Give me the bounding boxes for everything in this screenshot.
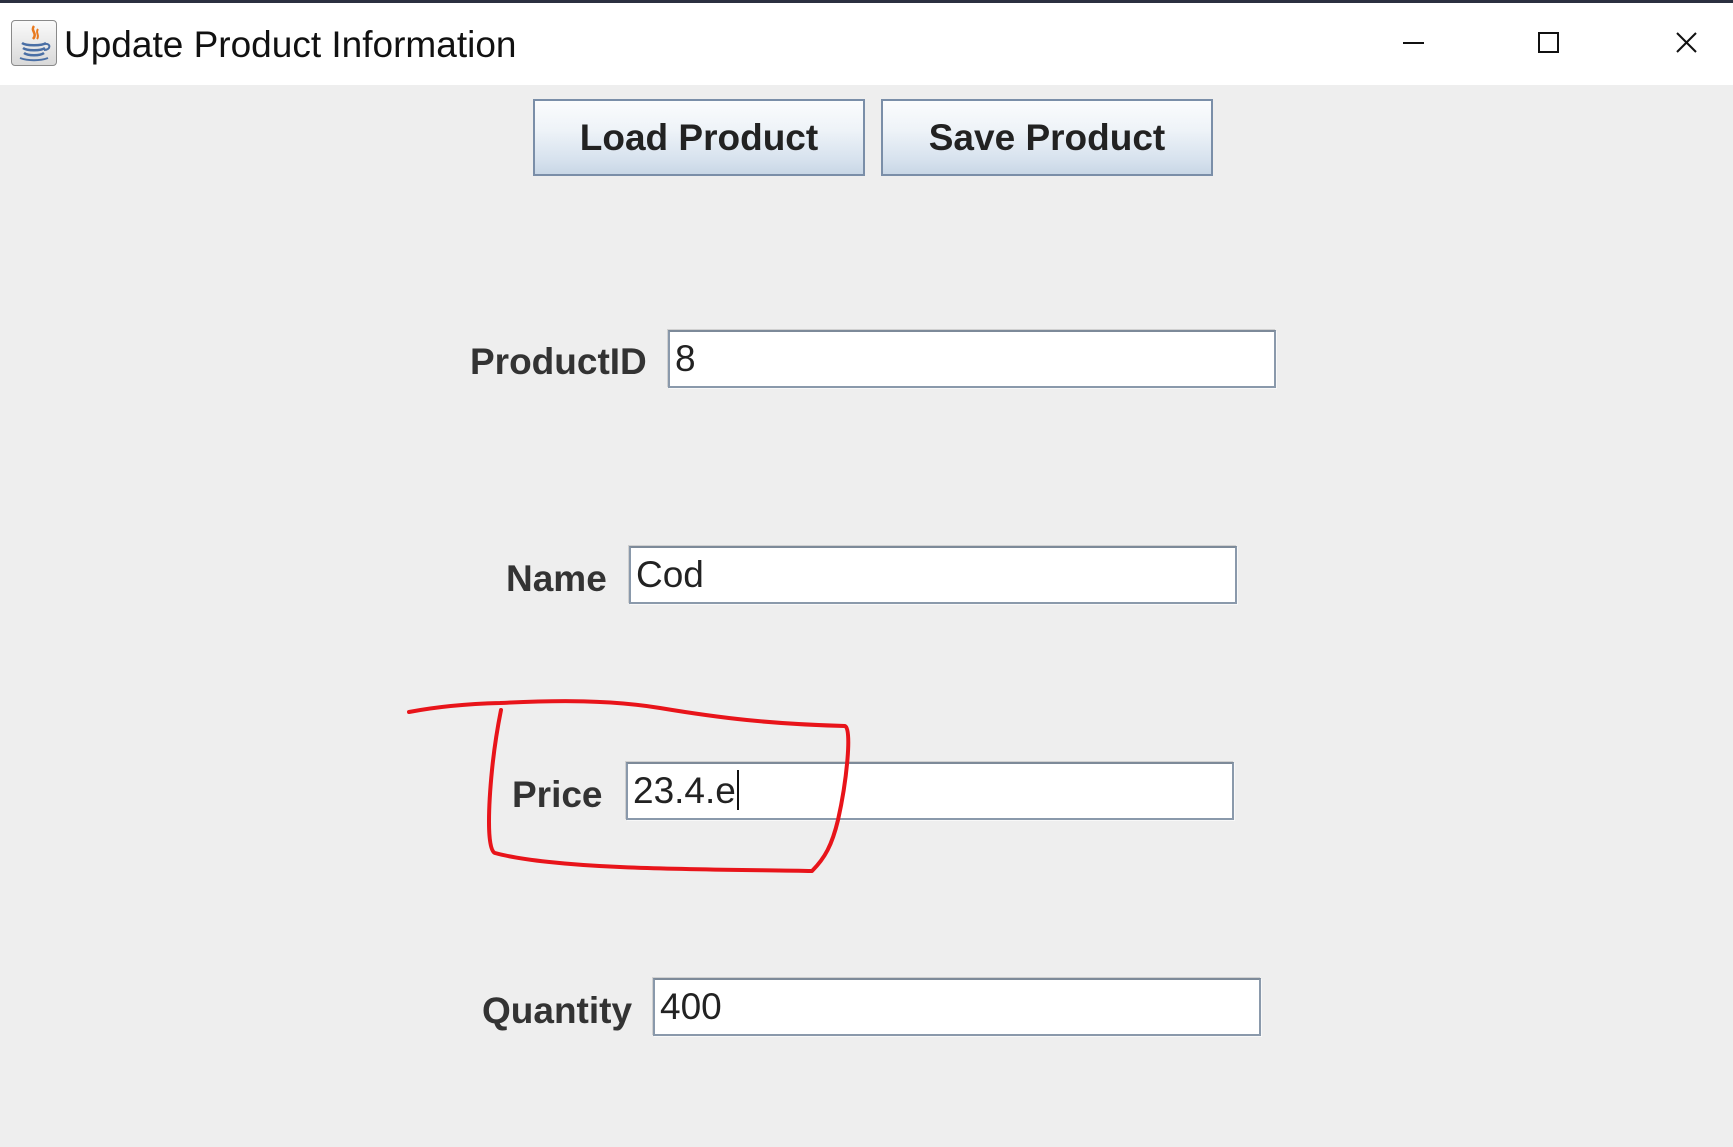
price-field[interactable]: 23.4.e: [626, 762, 1234, 820]
product-id-field[interactable]: 8: [668, 330, 1276, 388]
quantity-field[interactable]: 400: [653, 978, 1261, 1036]
java-coffee-cup-icon: [11, 20, 57, 66]
maximize-icon: [1538, 32, 1559, 53]
name-field[interactable]: Cod: [629, 546, 1237, 604]
close-button[interactable]: [1656, 19, 1716, 67]
name-value: Cod: [636, 554, 704, 595]
app-window: Update Product Information Load Product …: [0, 0, 1733, 1147]
quantity-value: 400: [660, 986, 722, 1027]
minimize-icon: [1403, 42, 1424, 44]
load-product-button[interactable]: Load Product: [533, 99, 865, 176]
maximize-button[interactable]: [1518, 19, 1578, 67]
save-product-button[interactable]: Save Product: [881, 99, 1213, 176]
quantity-label: Quantity: [482, 990, 633, 1031]
product-id-label: ProductID: [470, 341, 647, 382]
price-value: 23.4.e: [633, 770, 736, 811]
text-caret: [736, 770, 739, 810]
title-bar[interactable]: Update Product Information: [0, 3, 1733, 85]
minimize-button[interactable]: [1382, 19, 1442, 67]
product-id-value: 8: [675, 338, 696, 379]
window-title: Update Product Information: [64, 24, 517, 65]
price-label: Price: [512, 774, 603, 815]
close-icon: [1676, 32, 1697, 53]
name-label: Name: [506, 558, 607, 599]
